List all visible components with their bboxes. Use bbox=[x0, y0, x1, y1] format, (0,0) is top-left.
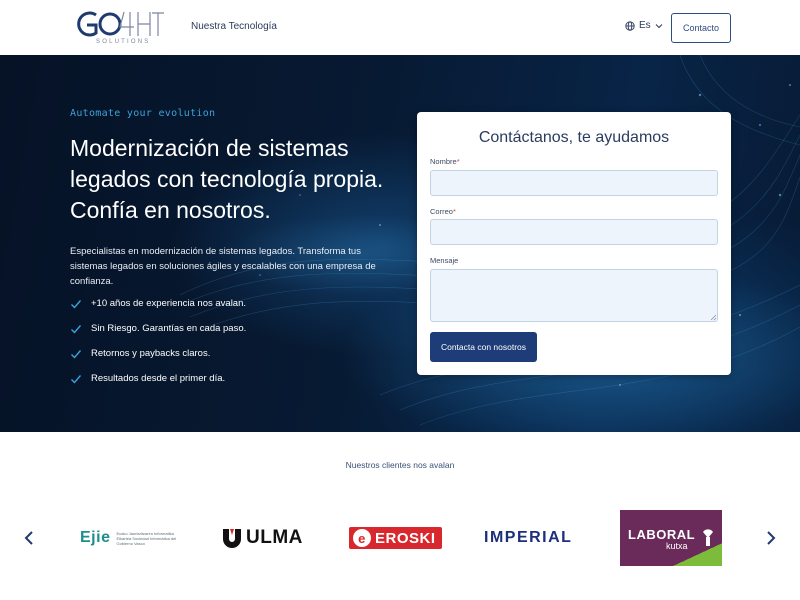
benefits-list: +10 años de experiencia nos avalan. Sin … bbox=[70, 291, 246, 391]
ejie-wordmark: Ejie bbox=[80, 529, 111, 546]
contact-button[interactable]: Contacto bbox=[671, 13, 731, 43]
laboral-subtext: kutxa bbox=[666, 541, 688, 551]
nav-link-technology[interactable]: Nuestra Tecnología bbox=[191, 21, 277, 32]
hero-headline: Modernización de sistemas legados con te… bbox=[70, 135, 384, 223]
hero-description: Especialistas en modernización de sistem… bbox=[70, 246, 376, 287]
site-header: SOLUTIONS Nuestra Tecnología Es Contacto bbox=[0, 0, 800, 55]
email-label: Correo* bbox=[430, 207, 456, 216]
client-logo-laboral-kutxa: LABORAL kutxa bbox=[620, 510, 722, 566]
name-label-text: Nombre bbox=[430, 157, 457, 166]
laboral-mark-icon bbox=[703, 529, 713, 546]
form-title: Contáctanos, te ayudamos bbox=[478, 129, 670, 146]
logo-subtitle: SOLUTIONS bbox=[96, 39, 151, 45]
benefit-item: Retornos y paybacks claros. bbox=[70, 341, 246, 366]
laboral-wordmark: LABORAL bbox=[628, 527, 696, 542]
eroski-badge: e EROSKI bbox=[349, 527, 442, 549]
benefit-item: +10 años de experiencia nos avalan. bbox=[70, 291, 246, 316]
benefit-text: +10 años de experiencia nos avalan. bbox=[91, 298, 247, 309]
client-logo-eroski: e EROSKI bbox=[349, 510, 442, 566]
benefit-item: Resultados desde el primer día. bbox=[70, 366, 246, 391]
ulma-mark-icon bbox=[223, 529, 241, 548]
client-logo-ejie: Ejie Eusko Jaurlaritzaren Informatika El… bbox=[80, 510, 176, 566]
eroski-e-icon: e bbox=[353, 529, 371, 547]
benefit-text: Resultados desde el primer día. bbox=[91, 373, 226, 384]
clients-heading: Nuestros clientes nos avalan bbox=[345, 460, 455, 470]
check-icon bbox=[71, 324, 82, 334]
benefit-item: Sin Riesgo. Garantías en cada paso. bbox=[70, 316, 246, 341]
name-input[interactable] bbox=[430, 170, 718, 196]
benefit-text: Sin Riesgo. Garantías en cada paso. bbox=[91, 323, 247, 334]
required-mark: * bbox=[456, 157, 460, 166]
client-logo-ulma: ULMA bbox=[221, 510, 303, 566]
chevron-down-icon bbox=[655, 23, 663, 28]
message-textarea[interactable] bbox=[430, 269, 718, 322]
logo-mark-icon bbox=[77, 11, 164, 37]
ulma-wordmark: ULMA bbox=[246, 527, 303, 548]
chevron-left-icon bbox=[24, 531, 33, 545]
check-icon bbox=[71, 299, 82, 309]
company-logo[interactable]: SOLUTIONS bbox=[72, 9, 167, 47]
hero-tagline: Automate your evolution bbox=[70, 108, 216, 119]
eroski-wordmark: EROSKI bbox=[375, 529, 436, 547]
message-label: Mensaje bbox=[430, 256, 459, 265]
benefit-text: Retornos y paybacks claros. bbox=[91, 348, 211, 359]
submit-button[interactable]: Contacta con nosotros bbox=[430, 332, 537, 362]
chevron-right-icon bbox=[767, 531, 776, 545]
email-label-text: Correo bbox=[430, 207, 453, 216]
language-label: Es bbox=[639, 20, 651, 31]
ejie-subtext: Eusko Jaurlaritzaren Informatika Elkarte… bbox=[116, 530, 177, 546]
check-icon bbox=[71, 349, 82, 359]
carousel-next-button[interactable] bbox=[762, 528, 778, 548]
language-selector[interactable]: Es bbox=[625, 20, 663, 31]
carousel-prev-button[interactable] bbox=[22, 528, 38, 548]
contact-form: Contáctanos, te ayudamos Nombre* Correo*… bbox=[417, 112, 731, 375]
resize-grip-icon[interactable] bbox=[709, 313, 717, 321]
client-logo-imperial: IMPERIAL bbox=[484, 529, 573, 546]
globe-icon bbox=[625, 20, 635, 31]
required-mark: * bbox=[452, 207, 456, 216]
name-label: Nombre* bbox=[430, 157, 460, 166]
hero-section: Automate your evolution Modernización de… bbox=[0, 55, 800, 432]
check-icon bbox=[71, 374, 82, 384]
email-input[interactable] bbox=[430, 219, 718, 245]
